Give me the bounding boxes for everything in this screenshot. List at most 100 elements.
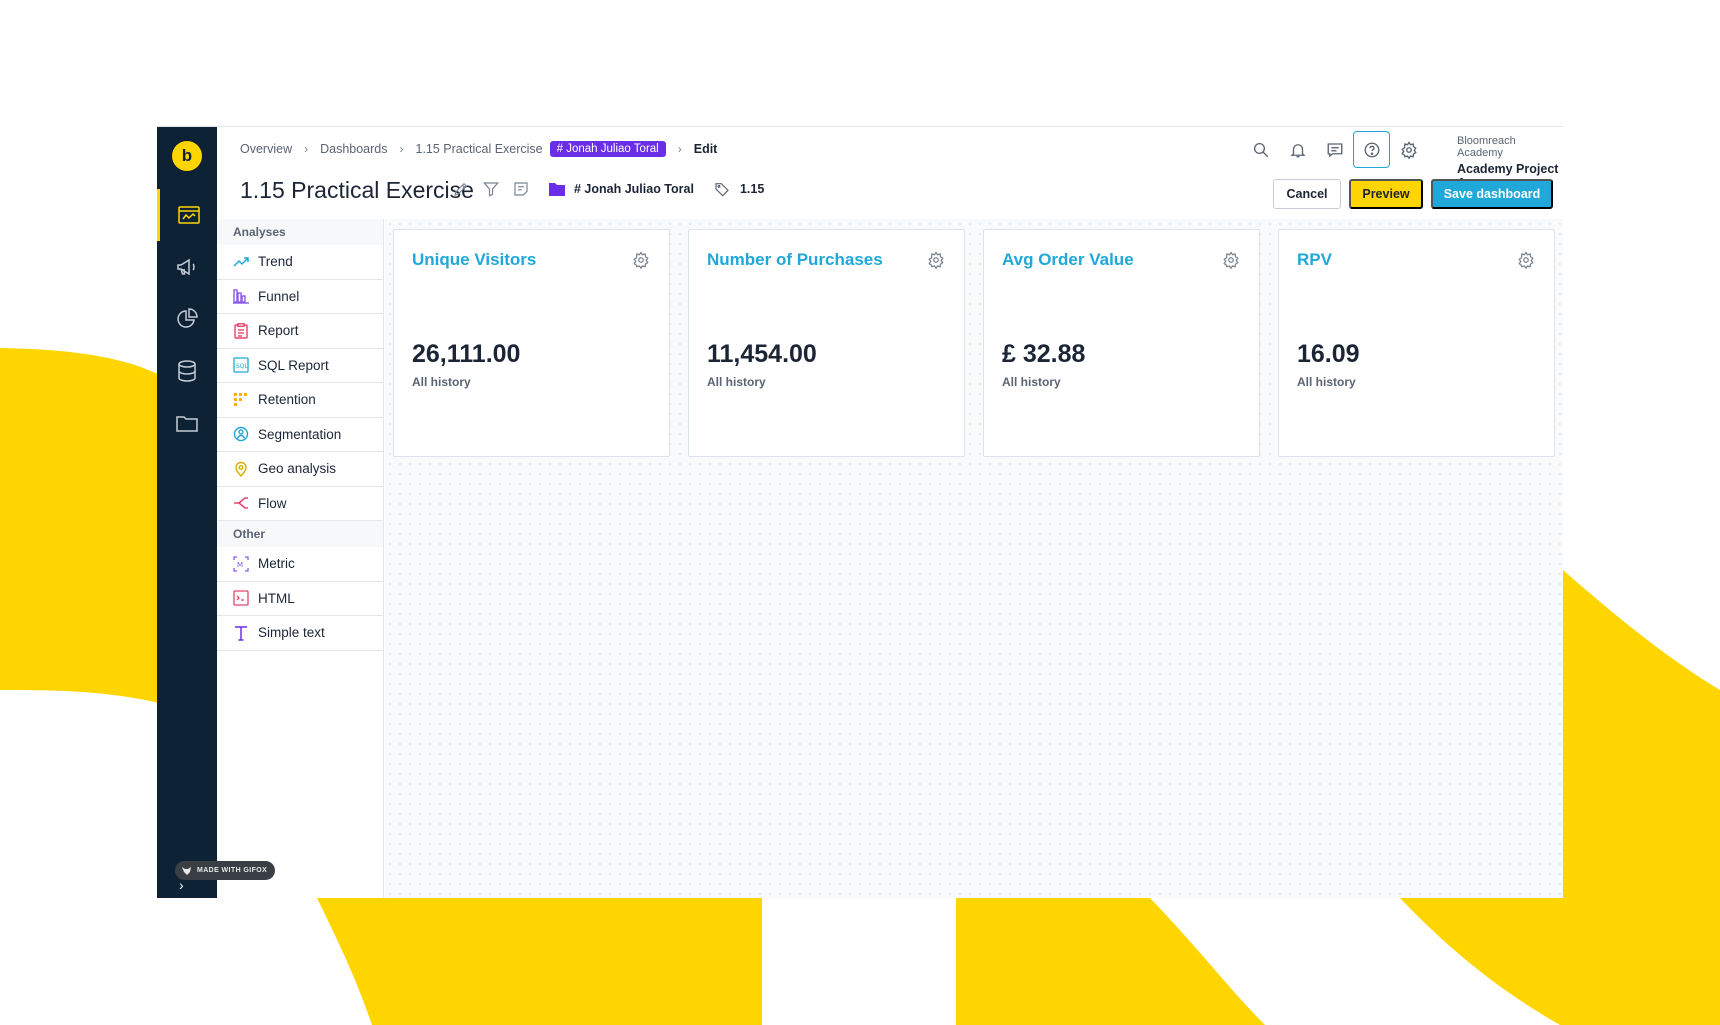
header-icon-group [1242, 131, 1427, 168]
bloomreach-logo[interactable]: b [172, 141, 202, 171]
preview-button[interactable]: Preview [1349, 179, 1423, 209]
component-label: Metric [258, 556, 295, 572]
breadcrumb: Overview › Dashboards › 1.15 Practical E… [240, 141, 717, 157]
retention-icon [234, 392, 247, 406]
settings-button[interactable] [1390, 131, 1427, 168]
component-label: Simple text [258, 625, 325, 641]
nav-data[interactable] [157, 345, 217, 397]
breadcrumb-dashboard-name[interactable]: 1.15 Practical Exercise [416, 142, 543, 156]
component-report[interactable]: Report [217, 314, 383, 349]
component-simple-text[interactable]: Simple text [217, 616, 383, 651]
search-icon [1253, 142, 1268, 157]
dashboard-canvas[interactable]: Unique Visitors 26,111.00 All history Nu… [385, 219, 1563, 898]
component-trend[interactable]: Trend [217, 245, 383, 280]
dashboard-meta: # Jonah Juliao Toral 1.15 [549, 181, 764, 197]
html-icon [233, 590, 249, 606]
chat-icon [1327, 142, 1342, 157]
gear-icon[interactable] [1222, 251, 1240, 269]
svg-text:SQL: SQL [236, 363, 249, 370]
component-label: Flow [258, 495, 287, 511]
breadcrumb-dashboards[interactable]: Dashboards [320, 142, 387, 156]
component-retention[interactable]: Retention [217, 383, 383, 418]
metric-card[interactable]: RPV 16.09 All history [1278, 229, 1555, 457]
folder-icon [176, 416, 198, 432]
nav-analytics[interactable] [157, 293, 217, 345]
edit-pencil-icon[interactable] [452, 180, 470, 198]
nav-campaigns[interactable] [157, 241, 217, 293]
bell-icon [1289, 143, 1306, 157]
messages-button[interactable] [1316, 131, 1353, 168]
card-value: 11,454.00 [707, 340, 817, 368]
nav-assets[interactable] [157, 397, 217, 449]
geo-pin-icon [235, 461, 247, 477]
card-value: 16.09 [1297, 340, 1360, 368]
tag-icon [715, 183, 729, 197]
chevron-right-icon: › [677, 142, 682, 156]
gear-icon[interactable] [927, 251, 945, 269]
component-geo-analysis[interactable]: Geo analysis [217, 452, 383, 487]
card-value: 26,111.00 [412, 340, 521, 368]
filter-icon[interactable] [482, 180, 500, 198]
component-panel: Analyses Trend Funnel Report SQL SQL Rep… [217, 219, 384, 898]
card-title: Unique Visitors [412, 250, 537, 269]
title-bar: 1.15 Practical Exercise # Jonah Juliao T… [217, 173, 1563, 213]
card-title: Avg Order Value [1002, 250, 1134, 269]
help-button[interactable] [1353, 131, 1390, 168]
component-html[interactable]: HTML [217, 582, 383, 616]
folder-icon [549, 183, 565, 196]
notes-icon[interactable] [512, 180, 530, 198]
gear-icon[interactable] [632, 251, 650, 269]
breadcrumb-tag-chip[interactable]: # Jonah Juliao Toral [549, 141, 666, 157]
search-button[interactable] [1242, 131, 1279, 168]
save-dashboard-button[interactable]: Save dashboard [1431, 179, 1553, 209]
chevron-right-icon: › [399, 142, 404, 156]
component-label: Funnel [258, 288, 300, 304]
component-label: SQL Report [258, 357, 329, 373]
dashboard-tag[interactable]: 1.15 [740, 182, 764, 196]
dashboard-folder[interactable]: # Jonah Juliao Toral [574, 182, 694, 196]
metric-card[interactable]: Number of Purchases 11,454.00 All histor… [688, 229, 965, 457]
component-funnel[interactable]: Funnel [217, 280, 383, 314]
app-window: b › MADE WITH GIFOX Overview › Dashboard… [157, 126, 1563, 898]
component-label: Retention [258, 392, 316, 408]
top-bar: Overview › Dashboards › 1.15 Practical E… [217, 127, 1563, 190]
card-value: £ 32.88 [1002, 340, 1086, 368]
page-title: 1.15 Practical Exercise [240, 177, 474, 203]
component-label: Report [258, 323, 299, 339]
gifox-badge: MADE WITH GIFOX [175, 861, 276, 880]
card-subtitle: All history [1297, 375, 1356, 389]
database-icon [178, 360, 196, 382]
funnel-icon [233, 289, 249, 304]
component-segmentation[interactable]: Segmentation [217, 418, 383, 452]
text-icon [235, 626, 247, 641]
header-actions: Cancel Preview Save dashboard [1273, 179, 1563, 209]
gear-icon[interactable] [1517, 251, 1535, 269]
segmentation-icon [233, 427, 249, 442]
svg-text:M: M [237, 561, 243, 569]
section-analyses: Analyses [217, 219, 383, 245]
report-icon [234, 322, 248, 339]
pie-chart-icon [177, 308, 198, 328]
help-icon [1364, 142, 1379, 157]
notifications-button[interactable] [1279, 131, 1316, 168]
nav-dashboards[interactable] [157, 189, 217, 241]
metric-card[interactable]: Avg Order Value £ 32.88 All history [983, 229, 1260, 457]
breadcrumb-current: Edit [693, 142, 718, 156]
nav-rail: b › [157, 127, 217, 898]
chevron-right-icon: › [304, 142, 309, 156]
component-metric[interactable]: M Metric [217, 547, 383, 582]
component-label: Trend [258, 254, 293, 270]
card-title: Number of Purchases [707, 250, 883, 269]
component-sql-report[interactable]: SQL SQL Report [217, 349, 383, 383]
card-subtitle: All history [1002, 375, 1061, 389]
gear-icon [1400, 140, 1417, 159]
component-label: Geo analysis [258, 461, 337, 477]
gifox-fox-icon [182, 866, 191, 875]
component-flow[interactable]: Flow [217, 487, 383, 521]
metric-card[interactable]: Unique Visitors 26,111.00 All history [393, 229, 670, 457]
sql-icon: SQL [233, 357, 249, 373]
cancel-button[interactable]: Cancel [1273, 179, 1341, 209]
title-tools [452, 180, 530, 198]
breadcrumb-overview[interactable]: Overview [240, 142, 292, 156]
account-org: Bloomreach Academy [1457, 135, 1516, 159]
